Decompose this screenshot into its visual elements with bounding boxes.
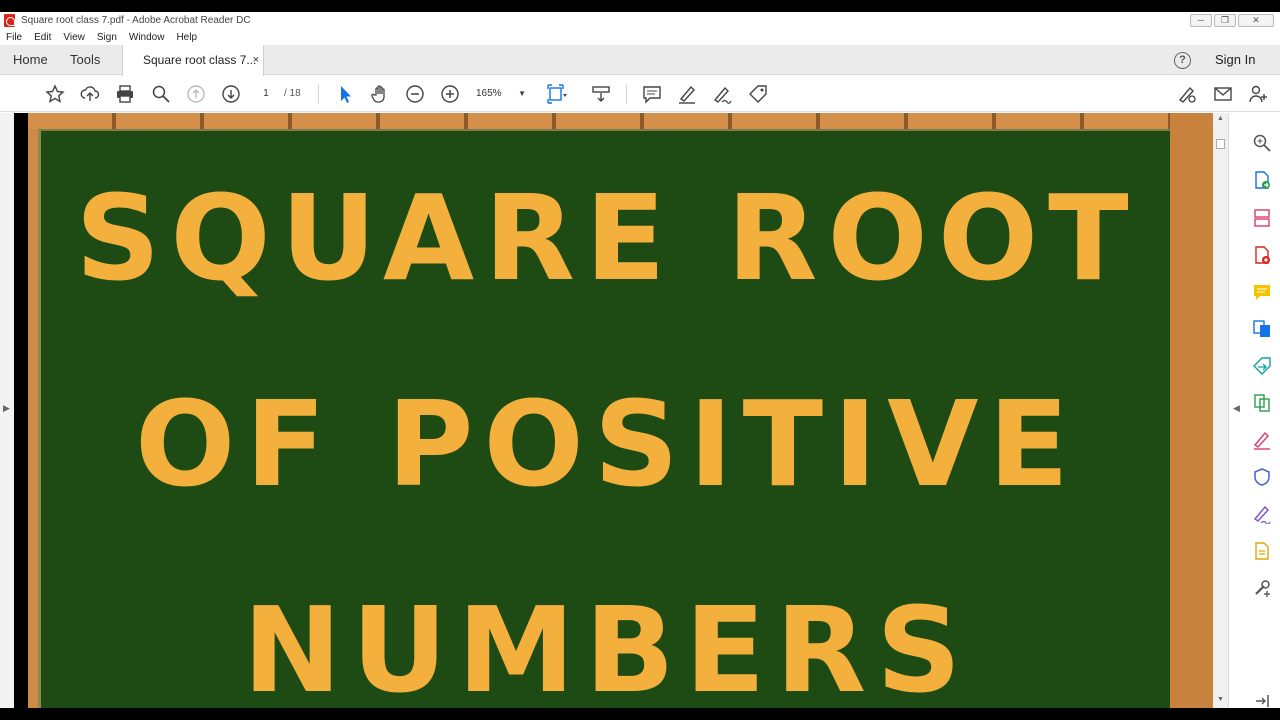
zoom-level-select[interactable]: 165% ▼ (476, 85, 528, 103)
pdf-page: SQUARE ROOT OF POSITIVE NUMBERS (14, 113, 1213, 708)
help-icon[interactable]: ? (1174, 52, 1191, 69)
hand-tool-icon[interactable] (370, 84, 390, 104)
add-user-icon[interactable] (1248, 84, 1268, 104)
window-title: Square root class 7.pdf - Adobe Acrobat … (21, 15, 251, 26)
tab-home[interactable]: Home (13, 45, 48, 75)
tab-tools[interactable]: Tools (70, 45, 100, 75)
page-number-input[interactable]: 1 (252, 85, 280, 103)
combine-files-icon[interactable] (1252, 319, 1272, 339)
email-icon[interactable] (1213, 84, 1233, 104)
sign-in-button[interactable]: Sign In (1215, 45, 1255, 75)
acrobat-logo-icon (4, 14, 15, 27)
sign-pen-icon[interactable] (712, 84, 732, 104)
toolbar-divider (318, 84, 319, 104)
next-page-icon[interactable] (221, 84, 241, 104)
window-controls: ─ ❐ ✕ (1190, 14, 1274, 27)
menu-sign[interactable]: Sign (91, 32, 123, 43)
collapse-right-panel-icon[interactable]: ◀ (1233, 403, 1240, 414)
zoom-level-value: 165% (476, 88, 502, 99)
menu-help[interactable]: Help (170, 32, 203, 43)
scroll-mode-icon[interactable] (591, 84, 611, 104)
menu-bar: File Edit View Sign Window Help (0, 29, 203, 45)
comment-panel-icon[interactable] (1252, 282, 1272, 302)
more-tools-icon[interactable] (1252, 578, 1272, 598)
title-bar: Square root class 7.pdf - Adobe Acrobat … (0, 12, 1280, 29)
board-frame-right (1170, 113, 1213, 708)
compare-files-icon[interactable] (1252, 393, 1272, 413)
create-pdf-icon[interactable] (1252, 245, 1272, 265)
tab-document[interactable]: Square root class 7... × (122, 45, 264, 76)
chalkboard-image: SQUARE ROOT OF POSITIVE NUMBERS (38, 129, 1170, 708)
find-zoom-icon[interactable] (1252, 133, 1272, 153)
board-title-line-3: NUMBERS (242, 581, 972, 708)
previous-page-icon[interactable] (186, 84, 206, 104)
zoom-out-icon[interactable] (405, 84, 425, 104)
bookmark-star-icon[interactable] (45, 84, 65, 104)
tab-document-label: Square root class 7... (143, 53, 257, 67)
page-total: / 18 (284, 88, 301, 99)
comment-icon[interactable] (642, 84, 662, 104)
scroll-down-icon[interactable]: ▼ (1217, 696, 1224, 703)
menu-window[interactable]: Window (123, 32, 171, 43)
acrobat-window: Square root class 7.pdf - Adobe Acrobat … (0, 12, 1280, 708)
prepare-form-icon[interactable] (1252, 541, 1272, 561)
tab-close-icon[interactable]: × (253, 45, 259, 75)
zoom-in-icon[interactable] (440, 84, 460, 104)
print-icon[interactable] (115, 84, 135, 104)
stamp-tag-icon[interactable] (748, 84, 768, 104)
organize-pages-icon[interactable] (1252, 208, 1272, 228)
toolbar: 1 / 18 165% ▼ (0, 76, 1280, 112)
select-cursor-icon[interactable] (335, 84, 355, 104)
fill-sign-icon[interactable] (1252, 430, 1272, 450)
vertical-scrollbar[interactable]: ▲ ▼ (1213, 113, 1228, 708)
send-for-review-icon[interactable] (1252, 356, 1272, 376)
menu-file[interactable]: File (0, 32, 28, 43)
protect-shield-icon[interactable] (1252, 467, 1272, 487)
maximize-button[interactable]: ❐ (1214, 14, 1236, 27)
scrollbar-thumb[interactable] (1216, 139, 1225, 149)
left-panel-toggle[interactable]: ▶ (0, 113, 14, 708)
expand-left-panel-icon[interactable]: ▶ (3, 403, 10, 414)
upload-cloud-icon[interactable] (80, 84, 100, 104)
menu-view[interactable]: View (57, 32, 91, 43)
right-tools-panel: ◀ (1228, 113, 1280, 708)
minimize-button[interactable]: ─ (1190, 14, 1212, 27)
share-link-icon[interactable] (1177, 84, 1197, 104)
scroll-up-icon[interactable]: ▲ (1217, 115, 1224, 122)
export-pdf-icon[interactable] (1252, 170, 1272, 190)
tab-bar: Home Tools Square root class 7... × ? Si… (0, 45, 1280, 76)
close-button[interactable]: ✕ (1238, 14, 1274, 27)
document-viewport[interactable]: ▶ SQUARE ROOT OF POSITIVE NUMBERS ▲ ▼ (0, 113, 1228, 708)
request-signature-icon[interactable] (1252, 504, 1272, 525)
chevron-down-icon: ▼ (518, 89, 526, 98)
toolbar-divider (626, 84, 627, 104)
board-title-line-1: SQUARE ROOT (75, 169, 1139, 307)
search-icon[interactable] (151, 84, 171, 104)
fit-page-icon[interactable] (547, 84, 567, 104)
highlight-pen-icon[interactable] (677, 84, 697, 104)
board-title-line-2: OF POSITIVE (134, 375, 1079, 513)
menu-edit[interactable]: Edit (28, 32, 57, 43)
collapse-tools-icon[interactable] (1252, 691, 1272, 708)
